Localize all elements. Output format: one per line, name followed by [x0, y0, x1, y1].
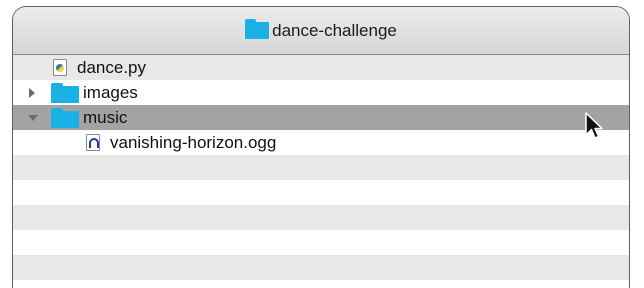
item-label: vanishing-horizon.ogg	[110, 132, 277, 152]
python-file-icon	[53, 59, 67, 76]
empty-row	[13, 180, 629, 205]
list-item-dance-py[interactable]: dance.py	[13, 55, 629, 80]
list-item-vanishing-horizon-ogg[interactable]: vanishing-horizon.ogg	[13, 130, 629, 155]
item-label: images	[83, 82, 138, 102]
empty-row	[13, 255, 629, 280]
finder-window: dance-challenge dance.py images music va…	[12, 6, 630, 288]
window-title: dance-challenge	[272, 20, 397, 40]
disclosure-triangle-expanded-icon[interactable]	[28, 115, 38, 121]
empty-row	[13, 155, 629, 180]
file-list: dance.py images music vanishing-horizon.…	[13, 55, 629, 280]
item-label: music	[83, 107, 128, 127]
item-label: dance.py	[77, 57, 146, 77]
folder-icon	[245, 19, 270, 39]
list-item-music[interactable]: music	[13, 105, 629, 130]
empty-row	[13, 205, 629, 230]
window-titlebar[interactable]: dance-challenge	[13, 7, 629, 55]
ogg-file-icon	[86, 134, 100, 151]
folder-icon	[51, 83, 79, 103]
folder-icon	[51, 108, 79, 128]
list-item-images[interactable]: images	[13, 80, 629, 105]
mouse-pointer-icon	[585, 112, 603, 139]
disclosure-triangle-collapsed-icon[interactable]	[29, 88, 35, 98]
empty-row	[13, 230, 629, 255]
